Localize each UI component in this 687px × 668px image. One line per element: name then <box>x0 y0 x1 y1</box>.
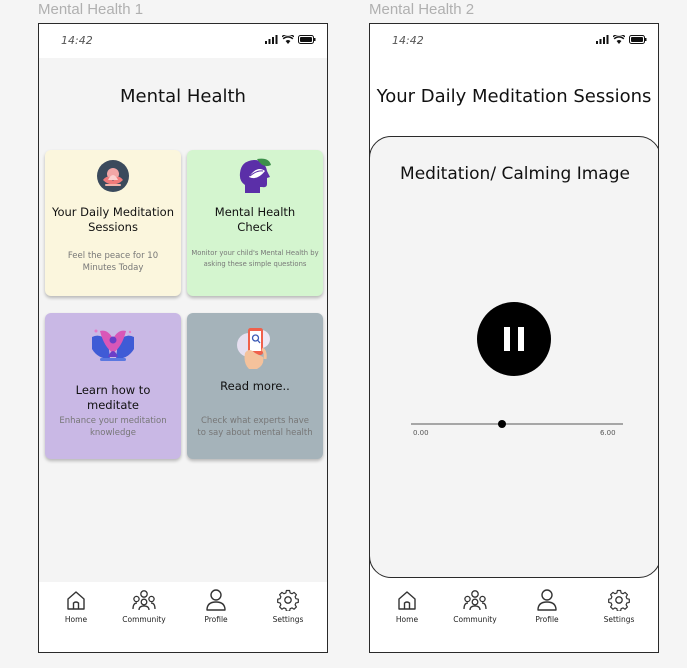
phone-reading-icon <box>237 328 270 369</box>
meditating-figure-icon <box>92 329 134 361</box>
nav-label: Community <box>122 615 166 624</box>
nav-profile[interactable]: Profile <box>519 589 575 624</box>
page-title: Mental Health <box>120 86 246 107</box>
meditation-session-screen: 14:42 Your Daily Meditation Sessions Med… <box>369 23 659 653</box>
status-time: 14:42 <box>392 34 424 47</box>
nav-settings[interactable]: Settings <box>260 589 316 624</box>
meditation-sessions-card[interactable]: Your Daily Meditation Sessions Feel the … <box>45 150 181 296</box>
status-icons <box>265 35 316 44</box>
bottom-nav: Home Community Profile Settings <box>370 582 658 652</box>
nav-label: Home <box>395 615 419 624</box>
signal-icon <box>265 35 278 44</box>
page-title: Your Daily Meditation Sessions <box>376 86 652 107</box>
profile-icon <box>206 589 226 611</box>
battery-icon <box>629 35 647 44</box>
nav-profile[interactable]: Profile <box>188 589 244 624</box>
profile-icon <box>537 589 557 611</box>
card-description: Check what experts have to say about men… <box>197 416 313 438</box>
nav-label: Community <box>453 615 497 624</box>
settings-icon <box>277 589 299 611</box>
head-leaf-icon <box>239 158 271 193</box>
card-title: Mental Health Check <box>214 205 296 234</box>
card-title: Read more.. <box>220 379 290 393</box>
learn-meditate-card[interactable]: Learn how to meditate Enhance your medit… <box>45 313 181 459</box>
frame-label: Mental Health 2 <box>369 1 475 18</box>
status-time: 14:42 <box>61 34 93 47</box>
nav-community[interactable]: Community <box>447 589 503 624</box>
wifi-icon <box>613 35 625 44</box>
mental-health-screen: 14:42 Mental Health Your Daily Meditatio… <box>38 23 328 653</box>
lotus-icon <box>97 160 129 192</box>
read-more-card[interactable]: Read more.. Check what experts have to s… <box>187 313 323 459</box>
battery-icon <box>298 35 316 44</box>
card-description: Feel the peace for 10 Minutes Today <box>67 251 159 273</box>
start-time: 0.00 <box>413 429 429 437</box>
card-title: Your Daily Meditation Sessions <box>51 205 175 234</box>
mental-health-check-card[interactable]: Mental Health Check Monitor your child's… <box>187 150 323 296</box>
progress-knob[interactable] <box>498 420 507 428</box>
progress-track[interactable] <box>411 420 623 428</box>
card-description: Enhance your meditation knowledge <box>59 416 167 438</box>
nav-label: Profile <box>535 615 559 624</box>
pause-icon <box>504 327 524 351</box>
community-icon <box>463 590 487 611</box>
card-title: Learn how to meditate <box>75 383 151 412</box>
nav-label: Settings <box>603 615 635 624</box>
community-icon <box>132 590 156 611</box>
frame-label: Mental Health 1 <box>38 1 144 18</box>
nav-label: Profile <box>204 615 228 624</box>
media-player: Meditation/ Calming Image 0.00 6.00 <box>370 136 658 578</box>
signal-icon <box>596 35 609 44</box>
nav-settings[interactable]: Settings <box>591 589 647 624</box>
wifi-icon <box>282 35 294 44</box>
card-description: Monitor your child's Mental Health by as… <box>191 249 319 268</box>
status-bar: 14:42 <box>370 24 658 58</box>
nav-label: Home <box>64 615 88 624</box>
meditation-image-placeholder: Meditation/ Calming Image <box>400 164 630 184</box>
status-icons <box>596 35 647 44</box>
home-icon <box>398 591 416 610</box>
nav-community[interactable]: Community <box>116 589 172 624</box>
end-time: 6.00 <box>600 429 616 437</box>
nav-home[interactable]: Home <box>379 589 435 624</box>
status-bar: 14:42 <box>39 24 327 58</box>
nav-label: Settings <box>272 615 304 624</box>
pause-button[interactable] <box>477 302 551 376</box>
bottom-nav: Home Community Profile Settings <box>39 582 327 652</box>
home-icon <box>67 591 85 610</box>
nav-home[interactable]: Home <box>48 589 104 624</box>
settings-icon <box>608 589 630 611</box>
